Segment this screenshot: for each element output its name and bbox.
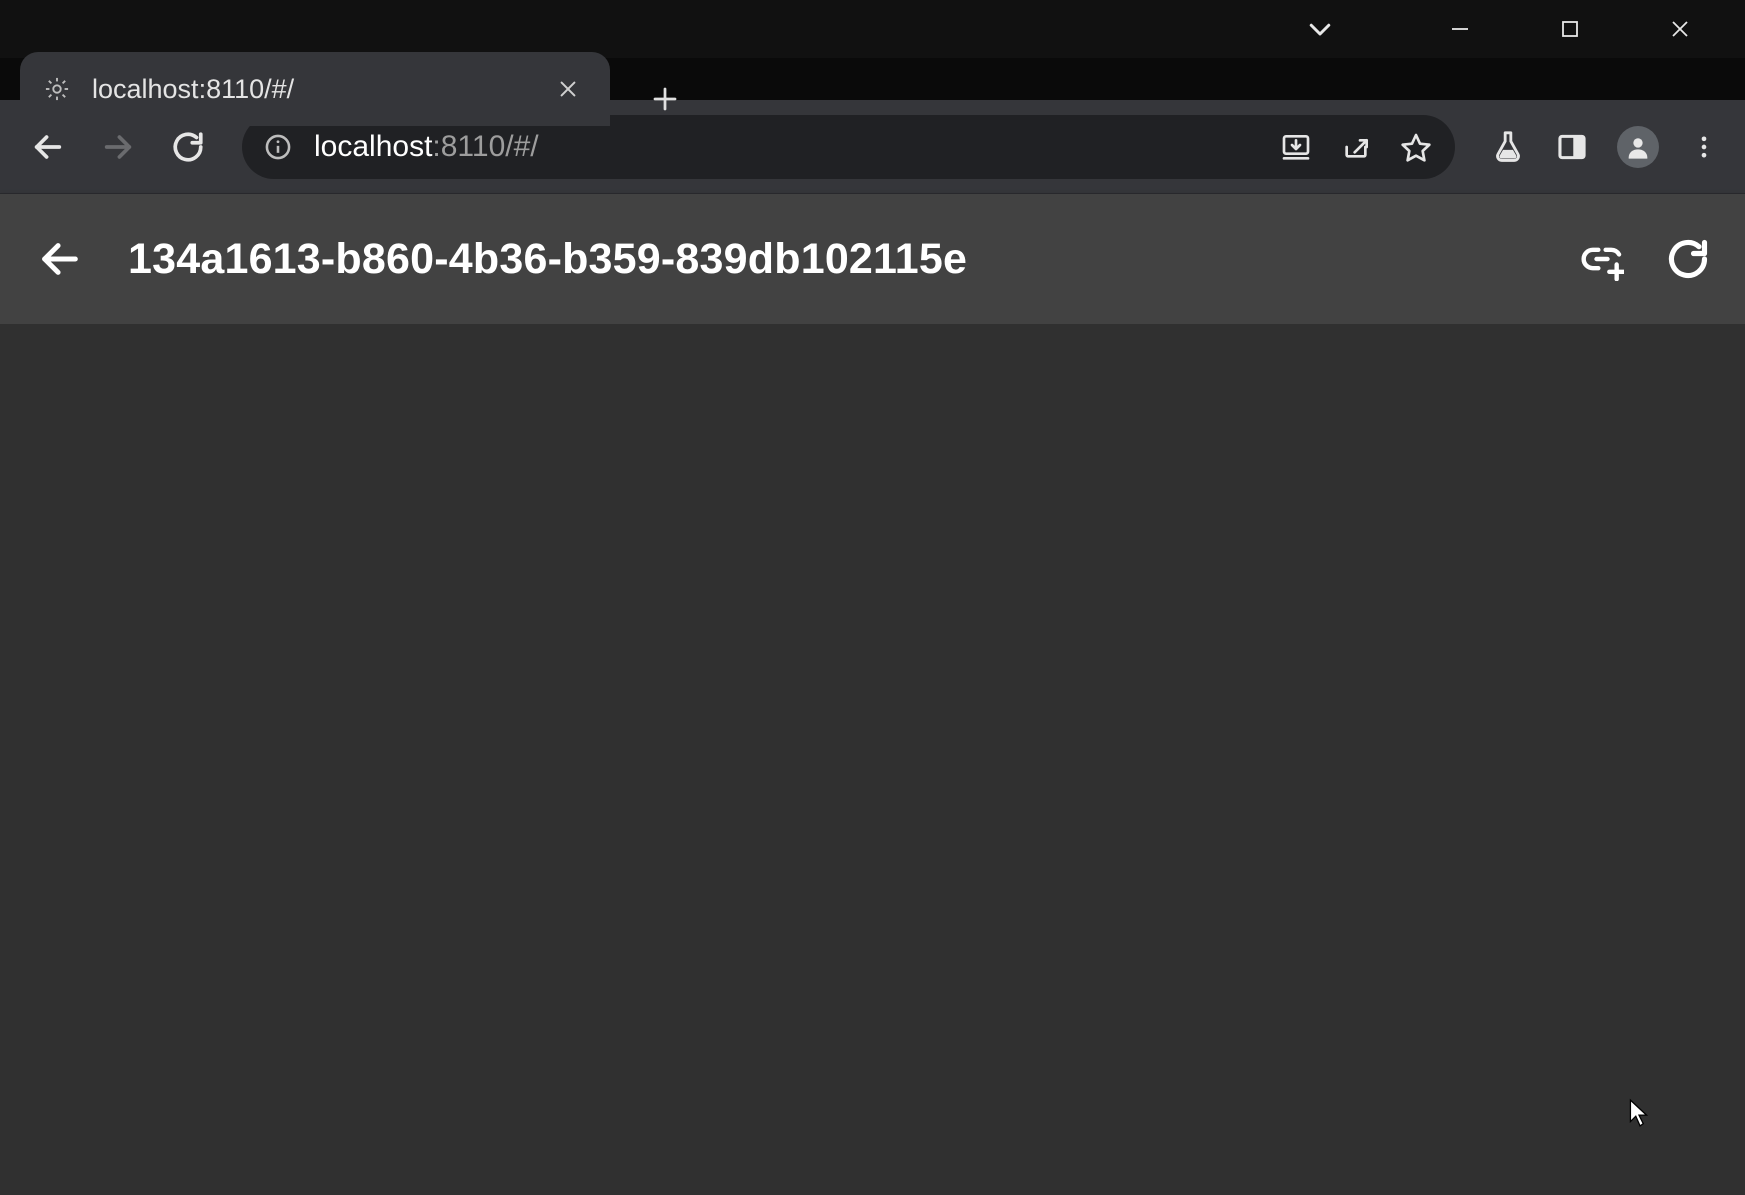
- labs-icon[interactable]: [1489, 128, 1527, 166]
- bookmark-star-icon[interactable]: [1399, 130, 1433, 164]
- window-maximize-button[interactable]: [1515, 0, 1625, 58]
- side-panel-icon[interactable]: [1553, 128, 1591, 166]
- browser-tab-active[interactable]: localhost:8110/#/: [20, 52, 610, 126]
- tab-strip: localhost:8110/#/: [0, 0, 692, 100]
- new-tab-button[interactable]: [638, 72, 692, 126]
- site-info-icon[interactable]: [264, 133, 292, 161]
- app-body-empty: [0, 324, 1745, 1195]
- nav-back-button[interactable]: [22, 121, 74, 173]
- share-icon[interactable]: [1339, 130, 1373, 164]
- app-back-button[interactable]: [34, 233, 86, 285]
- tab-favicon-icon: [42, 74, 72, 104]
- add-link-icon[interactable]: [1579, 236, 1625, 282]
- browser-menu-icon[interactable]: [1685, 128, 1723, 166]
- window-close-button[interactable]: [1625, 0, 1735, 58]
- address-path: :8110/#/: [432, 130, 538, 164]
- window-controls: [1405, 0, 1735, 58]
- tab-close-button[interactable]: [552, 73, 584, 105]
- profile-avatar[interactable]: [1617, 126, 1659, 168]
- address-url: localhost:8110/#/: [314, 130, 1257, 164]
- search-tabs-dropdown[interactable]: [1265, 0, 1375, 58]
- app-refresh-icon[interactable]: [1665, 236, 1711, 282]
- nav-reload-button[interactable]: [162, 121, 214, 173]
- nav-forward-button[interactable]: [92, 121, 144, 173]
- toolbar-right-group: [1483, 126, 1723, 168]
- app-toolbar: 134a1613-b860-4b36-b359-839db102115e: [0, 194, 1745, 324]
- app-toolbar-actions: [1579, 236, 1711, 282]
- window-minimize-button[interactable]: [1405, 0, 1515, 58]
- address-host: localhost: [314, 130, 432, 164]
- app-title: 134a1613-b860-4b36-b359-839db102115e: [128, 235, 1537, 284]
- install-app-icon[interactable]: [1279, 130, 1313, 164]
- omnibox-trailing-icons: [1279, 130, 1433, 164]
- page-viewport: 134a1613-b860-4b36-b359-839db102115e: [0, 194, 1745, 1195]
- tab-title: localhost:8110/#/: [92, 74, 532, 105]
